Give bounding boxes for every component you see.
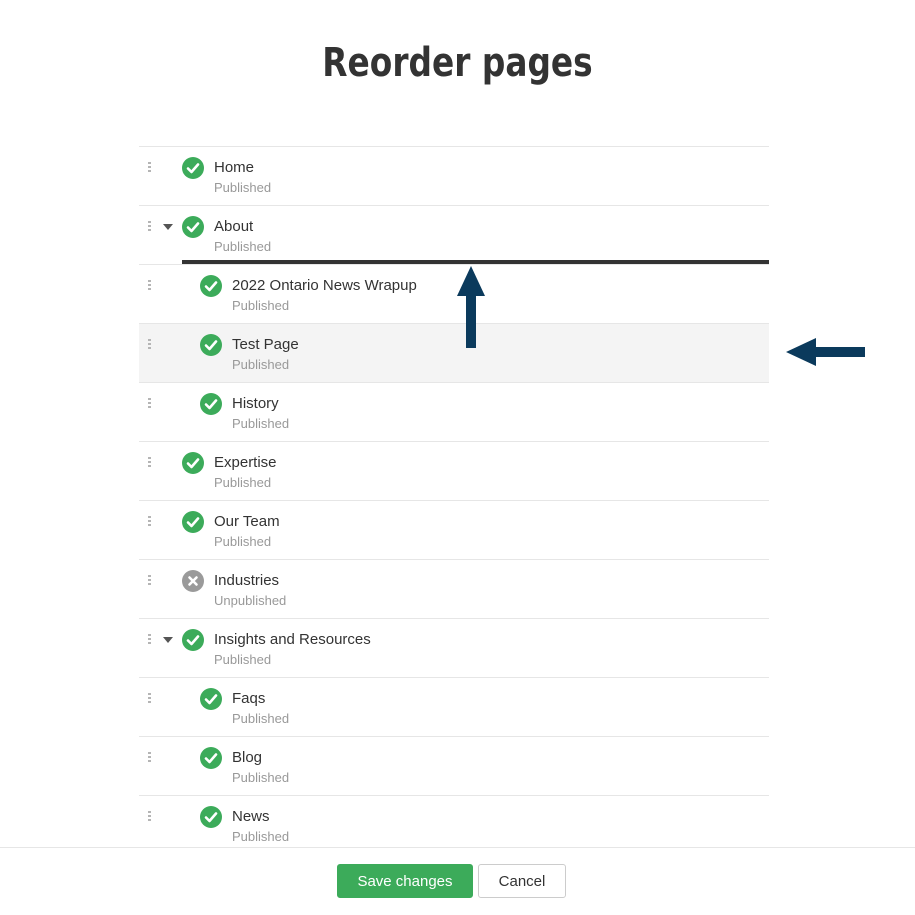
drag-handle-icon[interactable] (148, 811, 151, 823)
page-name: Faqs (232, 690, 266, 707)
page-name: History (232, 395, 279, 412)
check-circle-icon (182, 216, 204, 238)
drag-handle-icon[interactable] (148, 634, 151, 646)
page-name: News (232, 808, 270, 825)
page-row-our-team[interactable]: Our Team Published (139, 501, 769, 560)
page-row-test-page[interactable]: Test Page Published (139, 324, 769, 383)
check-circle-icon (200, 393, 222, 415)
caret-down-icon[interactable] (163, 224, 173, 230)
drag-handle-icon[interactable] (148, 693, 151, 705)
page-status: Published (214, 652, 272, 667)
page-status: Published (232, 298, 290, 313)
page-name: Blog (232, 749, 263, 766)
save-changes-button[interactable]: Save changes (337, 864, 473, 898)
page-row-home[interactable]: Home Published (139, 147, 769, 206)
page-row-blog[interactable]: Blog Published (139, 737, 769, 796)
check-circle-icon (182, 629, 204, 651)
page-list: Home Published About Published 2022 Onta… (139, 146, 769, 855)
drag-handle-icon[interactable] (148, 752, 151, 764)
check-circle-icon (182, 452, 204, 474)
check-circle-icon (200, 806, 222, 828)
page-row-ontario-news[interactable]: 2022 Ontario News Wrapup Published (139, 265, 769, 324)
drag-handle-icon[interactable] (148, 457, 151, 469)
page-name: Our Team (214, 513, 280, 530)
page-row-history[interactable]: History Published (139, 383, 769, 442)
drag-handle-icon[interactable] (148, 339, 151, 351)
check-circle-icon (182, 511, 204, 533)
arrow-left-icon (786, 338, 865, 366)
page-row-faqs[interactable]: Faqs Published (139, 678, 769, 737)
drag-handle-icon[interactable] (148, 575, 151, 587)
check-circle-icon (200, 334, 222, 356)
check-circle-icon (200, 688, 222, 710)
page-row-about[interactable]: About Published (139, 206, 769, 265)
page-status: Published (214, 239, 272, 254)
drag-handle-icon[interactable] (148, 516, 151, 528)
drop-indicator-line (182, 260, 769, 264)
check-circle-icon (200, 275, 222, 297)
page-status: Published (232, 711, 290, 726)
page-status: Published (214, 180, 272, 195)
page-name: Expertise (214, 454, 277, 471)
page-name: Test Page (232, 336, 299, 353)
page-status: Unpublished (214, 593, 287, 608)
page-name: Insights and Resources (214, 631, 371, 648)
arrow-up-icon (457, 266, 485, 348)
page-title: Reorder pages (322, 40, 593, 86)
page-name: Home (214, 159, 255, 176)
page-row-industries[interactable]: Industries Unpublished (139, 560, 769, 619)
page-status: Published (214, 534, 272, 549)
caret-down-icon[interactable] (163, 637, 173, 643)
page-name: About (214, 218, 254, 235)
x-circle-icon (182, 570, 204, 592)
page-status: Published (232, 416, 290, 431)
check-circle-icon (200, 747, 222, 769)
check-circle-icon (182, 157, 204, 179)
drag-handle-icon[interactable] (148, 162, 151, 174)
page-status: Published (214, 475, 272, 490)
cancel-button[interactable]: Cancel (478, 864, 566, 898)
page-row-insights[interactable]: Insights and Resources Published (139, 619, 769, 678)
page-name: Industries (214, 572, 280, 589)
page-status: Published (232, 829, 290, 844)
page-status: Published (232, 357, 290, 372)
footer-bar: Save changes Cancel (0, 847, 915, 915)
page-name: 2022 Ontario News Wrapup (232, 277, 417, 294)
page-status: Published (232, 770, 290, 785)
drag-handle-icon[interactable] (148, 280, 151, 292)
drag-handle-icon[interactable] (148, 221, 151, 233)
drag-handle-icon[interactable] (148, 398, 151, 410)
page-row-expertise[interactable]: Expertise Published (139, 442, 769, 501)
